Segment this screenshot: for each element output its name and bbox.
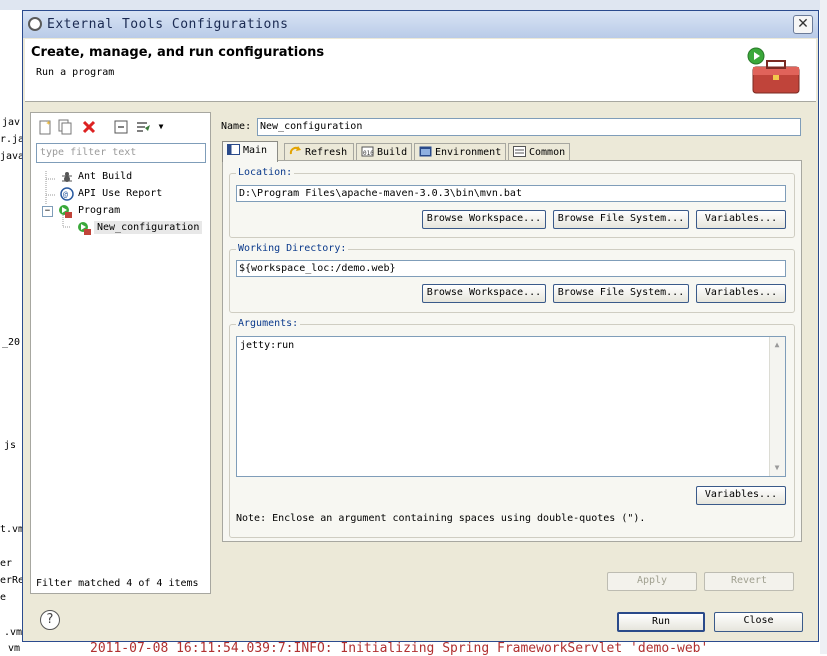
bg-fragment: erRe	[0, 575, 25, 586]
header-subtitle: Run a program	[36, 67, 115, 78]
chevron-down-icon[interactable]: ▼	[153, 119, 169, 135]
configuration-editor: Name: New_configuration Main Refresh 010…	[215, 112, 804, 594]
program-icon	[59, 205, 72, 218]
tab-label: Build	[377, 147, 408, 158]
scroll-up-icon[interactable]: ▲	[772, 340, 782, 350]
tab-common[interactable]: Common	[508, 143, 570, 161]
background-right-edge	[820, 0, 827, 654]
tab-label: Main	[243, 145, 268, 156]
bg-fragment: .vm	[4, 627, 23, 638]
dialog-header: Create, manage, and run configurations R…	[25, 39, 816, 102]
location-field[interactable]: D:\Program Files\apache-maven-3.0.3\bin\…	[236, 185, 786, 202]
tree-item-ant-build[interactable]: Ant Build	[78, 171, 132, 182]
name-label: Name:	[221, 121, 252, 132]
toolbox-icon	[747, 47, 800, 94]
duplicate-icon[interactable]	[57, 119, 73, 135]
main-tab-icon	[227, 144, 240, 155]
tree-toolbar: * ▼	[35, 117, 205, 137]
header-title: Create, manage, and run configurations	[31, 45, 325, 60]
workdir-browse-workspace-button[interactable]: Browse Workspace...	[422, 284, 546, 303]
close-window-button[interactable]: ✕	[793, 15, 813, 34]
filter-status: Filter matched 4 of 4 items	[36, 578, 199, 589]
common-icon	[513, 146, 526, 157]
bg-fragment: js	[4, 440, 17, 451]
arguments-scrollbar[interactable]: ▲ ▼	[769, 337, 785, 476]
background-window-strip	[0, 0, 827, 10]
arguments-textarea[interactable]: jetty:run ▲ ▼	[236, 336, 786, 477]
scroll-down-icon[interactable]: ▼	[772, 463, 782, 473]
name-field[interactable]: New_configuration	[257, 118, 801, 136]
program-config-icon	[78, 222, 91, 235]
location-variables-button[interactable]: Variables...	[696, 210, 786, 229]
svg-text:*: *	[46, 120, 51, 129]
apply-button[interactable]: Apply	[607, 572, 697, 591]
api-report-icon: @	[60, 187, 74, 201]
eclipse-icon	[28, 17, 42, 31]
refresh-icon	[289, 146, 301, 155]
arguments-note: Note: Enclose an argument containing spa…	[236, 513, 646, 524]
tree-expander[interactable]: −	[42, 206, 53, 217]
tab-label: Environment	[435, 147, 502, 158]
dialog-titlebar[interactable]: External Tools Configurations ✕	[23, 11, 818, 38]
bg-fragment: r.ja	[0, 134, 25, 145]
collapse-all-icon[interactable]	[113, 119, 129, 135]
tree-item-program[interactable]: Program	[78, 205, 120, 216]
svg-text:@: @	[63, 190, 68, 199]
filter-input[interactable]: type filter text	[36, 143, 206, 163]
build-icon: 010	[361, 146, 374, 157]
environment-icon	[419, 146, 432, 157]
bg-fragment: e	[0, 592, 7, 603]
location-browse-filesystem-button[interactable]: Browse File System...	[553, 210, 689, 229]
new-config-icon[interactable]: *	[37, 119, 53, 135]
tab-label: Refresh	[305, 147, 348, 158]
arguments-variables-button[interactable]: Variables...	[696, 486, 786, 505]
filter-menu-icon[interactable]	[135, 119, 151, 135]
bg-fragment: _20	[2, 337, 21, 348]
tab-strip: Main Refresh 010 Build Environment Common	[222, 141, 802, 162]
tab-main[interactable]: Main	[222, 141, 278, 162]
workdir-browse-filesystem-button[interactable]: Browse File System...	[553, 284, 689, 303]
bg-fragment: vm	[8, 643, 21, 654]
working-directory-label: Working Directory:	[236, 243, 349, 254]
delete-icon[interactable]	[81, 119, 97, 135]
arguments-label: Arguments:	[236, 318, 301, 329]
bg-fragment: java	[0, 151, 25, 162]
revert-button[interactable]: Revert	[704, 572, 794, 591]
working-directory-group: Working Directory: ${workspace_loc:/demo…	[229, 243, 795, 313]
configuration-tree-panel: * ▼ type filter text Ant Build @ API Use…	[30, 112, 211, 594]
tree-item-new-configuration[interactable]: New_configuration	[94, 221, 203, 234]
svg-text:010: 010	[363, 150, 374, 157]
tab-label: Common	[529, 147, 566, 158]
run-button[interactable]: Run	[617, 612, 705, 632]
location-group: Location: D:\Program Files\apache-maven-…	[229, 167, 795, 238]
location-label: Location:	[236, 167, 295, 178]
help-icon[interactable]: ?	[40, 610, 60, 630]
location-browse-workspace-button[interactable]: Browse Workspace...	[422, 210, 546, 229]
tree-item-api-use-report[interactable]: API Use Report	[78, 188, 162, 199]
tab-build[interactable]: 010 Build	[356, 143, 412, 161]
tab-environment[interactable]: Environment	[414, 143, 506, 161]
working-directory-field[interactable]: ${workspace_loc:/demo.web}	[236, 260, 786, 277]
workdir-variables-button[interactable]: Variables...	[696, 284, 786, 303]
bg-fragment: er	[0, 558, 13, 569]
main-tab-panel: Location: D:\Program Files\apache-maven-…	[222, 160, 802, 542]
ant-icon	[62, 172, 72, 182]
bg-fragment: t.vm	[0, 524, 25, 535]
tab-refresh[interactable]: Refresh	[284, 143, 354, 161]
arguments-group: Arguments: jetty:run ▲ ▼ Variables... No…	[229, 318, 795, 538]
external-tools-dialog: External Tools Configurations ✕ Create, …	[22, 10, 819, 642]
arguments-value: jetty:run	[240, 340, 295, 351]
close-button[interactable]: Close	[714, 612, 803, 632]
bg-fragment: jav	[2, 117, 21, 128]
dialog-title: External Tools Configurations	[47, 17, 289, 32]
